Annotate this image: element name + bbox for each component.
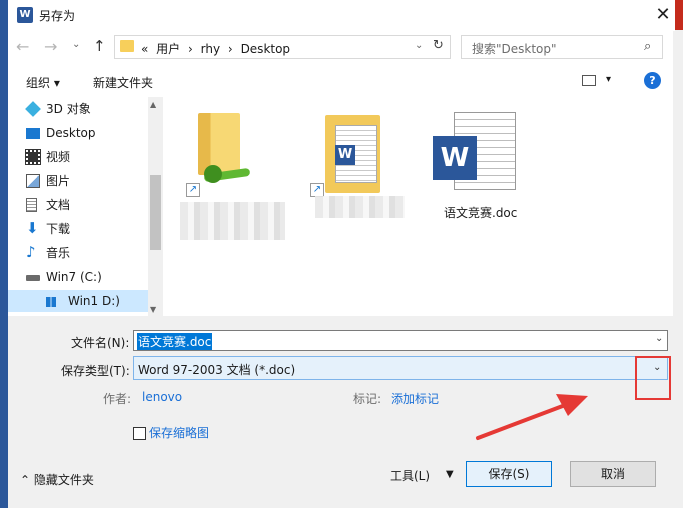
- organize-menu[interactable]: 组织 ▾: [26, 74, 60, 91]
- save-thumbnail-checkbox[interactable]: [133, 427, 146, 440]
- sidebar-item-music[interactable]: ♪ 音乐: [26, 242, 156, 264]
- search-placeholder: 搜索"Desktop": [472, 42, 557, 56]
- shortcut-arrow-icon: ↗: [310, 183, 324, 197]
- tags-label: 标记:: [353, 392, 382, 406]
- hide-folders-label: 隐藏文件夹: [33, 473, 94, 487]
- chevron-up-icon: ⌃: [20, 473, 31, 487]
- folder-icon: [120, 40, 134, 52]
- cube-icon: [25, 101, 41, 117]
- sidebar-item-3d-objects[interactable]: 3D 对象: [25, 98, 156, 120]
- back-button[interactable]: ←: [16, 37, 29, 56]
- tags-field[interactable]: 添加标记: [391, 390, 439, 407]
- annotation-highlight-box: [635, 356, 671, 400]
- save-button[interactable]: 保存(S): [466, 461, 552, 487]
- filename-label: 文件名(N):: [71, 336, 130, 350]
- refresh-icon[interactable]: ↻: [433, 38, 444, 53]
- sidebar-item-videos[interactable]: 视频: [25, 146, 156, 168]
- sidebar-item-downloads[interactable]: ⬇ 下载: [26, 218, 156, 240]
- windows-drive-icon: [46, 297, 56, 307]
- navigation-pane: 3D 对象 Desktop 视频 图片 文档 ⬇ 下载 ♪ 音乐 Win7 (C…: [8, 97, 163, 316]
- download-icon: ⬇: [26, 219, 39, 237]
- breadcrumb-item-rhy[interactable]: rhy: [201, 42, 220, 56]
- breadcrumb-overflow[interactable]: «: [141, 42, 148, 56]
- help-icon[interactable]: ?: [644, 72, 661, 89]
- save-thumbnail-label[interactable]: 保存缩略图: [149, 424, 209, 441]
- author-field[interactable]: lenovo: [142, 390, 182, 404]
- view-dropdown[interactable]: ▾: [606, 74, 611, 85]
- window-title: 另存为: [39, 9, 76, 23]
- file-item[interactable]: W: [430, 108, 520, 203]
- shortcut-arrow-icon: ↗: [186, 183, 200, 197]
- background-window-edge: [0, 0, 8, 508]
- music-icon: ♪: [26, 243, 36, 261]
- scrollbar-thumb[interactable]: [150, 175, 161, 250]
- desktop-icon: [26, 128, 40, 139]
- recent-locations-dropdown[interactable]: ⌄: [72, 39, 80, 50]
- sidebar-item-drive-c[interactable]: Win7 (C:): [26, 266, 156, 288]
- background-window-edge-right: [673, 0, 683, 508]
- filetype-select[interactable]: Word 97-2003 文档 (*.doc) ⌄: [133, 356, 668, 380]
- title-bar: W 另存为 ✕: [8, 0, 675, 31]
- search-icon[interactable]: ⌕: [644, 39, 651, 54]
- up-folder-button[interactable]: ↑: [93, 37, 106, 55]
- hide-folders-toggle[interactable]: ⌃ 隐藏文件夹: [20, 471, 94, 488]
- tools-dropdown-icon[interactable]: ▼: [446, 469, 454, 480]
- breadcrumb-item-desktop[interactable]: Desktop: [241, 42, 291, 56]
- filetype-value: Word 97-2003 文档 (*.doc): [138, 363, 296, 377]
- drive-icon: [26, 275, 40, 281]
- filetype-label: 保存类型(T):: [61, 364, 130, 378]
- tools-menu[interactable]: 工具(L): [390, 467, 430, 484]
- file-label-word-doc: 语文竞赛.doc: [444, 206, 518, 220]
- network-share-icon: [203, 163, 254, 187]
- filename-field[interactable]: 语文竞赛.doc ⌄: [133, 330, 668, 351]
- address-bar[interactable]: « 用户 › rhy › Desktop ⌄ ↻: [114, 35, 451, 59]
- view-options-icon[interactable]: [582, 75, 596, 86]
- file-item[interactable]: ↗: [180, 105, 270, 205]
- documents-icon: [26, 198, 37, 212]
- scroll-down-arrow-icon[interactable]: ▼: [150, 305, 156, 314]
- forward-button[interactable]: →: [44, 37, 57, 56]
- pictures-icon: [26, 174, 40, 188]
- sidebar-item-documents[interactable]: 文档: [26, 194, 156, 216]
- close-button[interactable]: ✕: [648, 2, 678, 28]
- word-app-icon: W: [17, 7, 33, 23]
- chevron-down-icon[interactable]: ⌄: [655, 333, 663, 344]
- filename-value[interactable]: 语文竞赛.doc: [137, 333, 213, 350]
- breadcrumb-separator[interactable]: ›: [228, 42, 233, 56]
- word-logo-icon: W: [433, 136, 477, 180]
- breadcrumb[interactable]: « 用户 › rhy › Desktop: [141, 40, 294, 57]
- word-badge-icon: W: [335, 145, 355, 165]
- annotation-arrow: [476, 394, 588, 440]
- sidebar-item-desktop[interactable]: Desktop: [26, 122, 156, 144]
- file-item[interactable]: W ↗: [305, 105, 405, 205]
- breadcrumb-separator[interactable]: ›: [188, 42, 193, 56]
- video-icon: [25, 149, 41, 165]
- chevron-down-icon[interactable]: ⌄: [415, 40, 423, 51]
- scroll-up-arrow-icon[interactable]: ▲: [150, 100, 156, 109]
- search-input[interactable]: 搜索"Desktop" ⌕: [461, 35, 663, 59]
- file-label-redacted: [315, 196, 405, 218]
- author-label: 作者:: [103, 392, 132, 406]
- file-label-redacted: [180, 202, 285, 240]
- cancel-button[interactable]: 取消: [570, 461, 656, 487]
- new-folder-button[interactable]: 新建文件夹: [93, 74, 153, 91]
- breadcrumb-item-users[interactable]: 用户: [156, 42, 180, 56]
- sidebar-item-pictures[interactable]: 图片: [26, 170, 156, 192]
- sidebar-item-drive-d[interactable]: Win1 D:): [8, 290, 148, 312]
